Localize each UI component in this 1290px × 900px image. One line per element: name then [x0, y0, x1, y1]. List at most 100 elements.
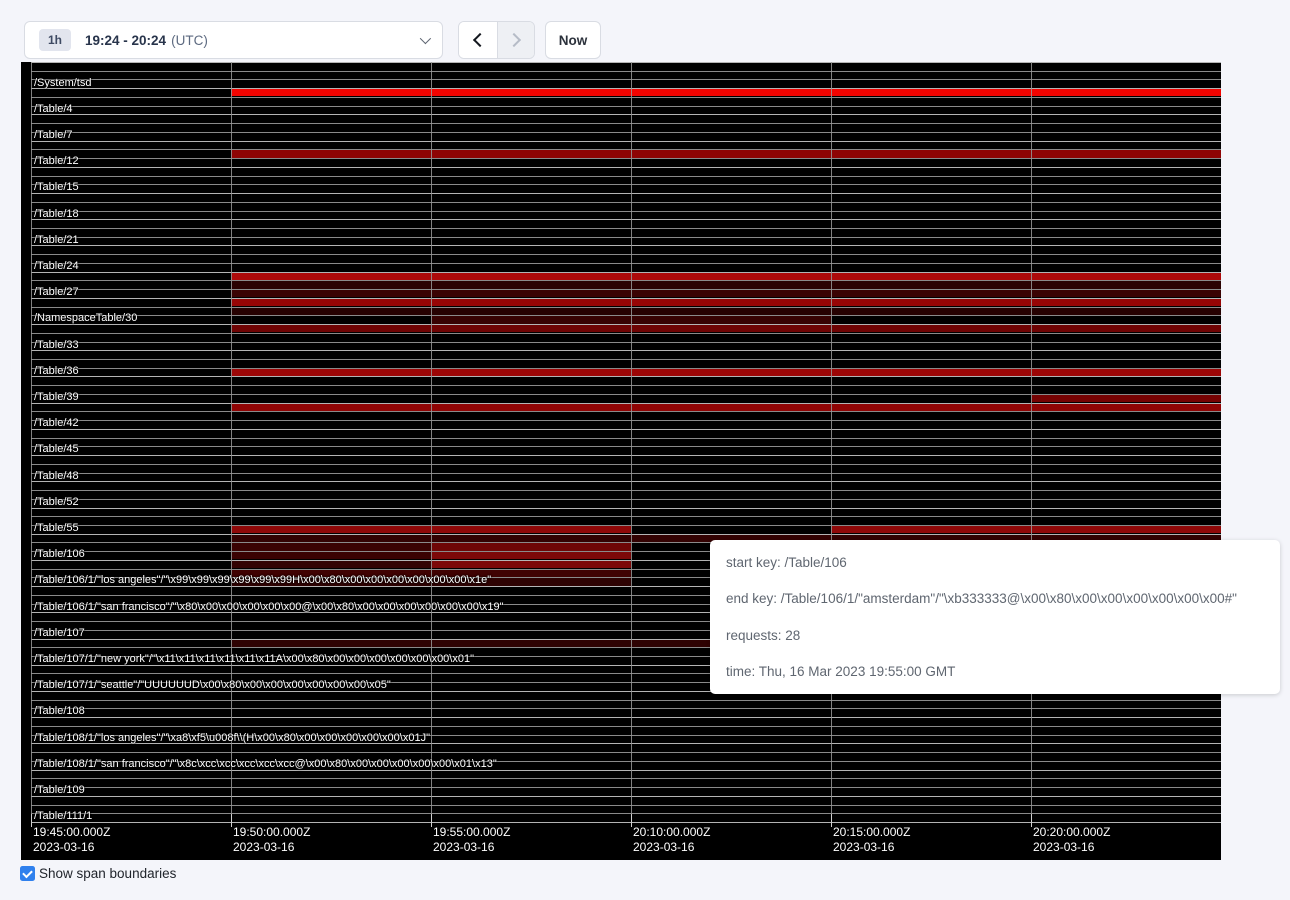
tooltip-start-key: start key: /Table/106 — [726, 554, 1264, 571]
range-timezone: (UTC) — [171, 33, 208, 48]
span-boundary-line — [31, 420, 1221, 421]
heatmap-bar[interactable] — [431, 561, 631, 568]
row-label: /Table/108/1/"los angeles"/"\xa8\xf5\u00… — [34, 732, 430, 744]
span-boundary-line — [31, 516, 1221, 517]
tick-date: 2023-03-16 — [833, 840, 910, 855]
row-label: /Table/45 — [34, 443, 79, 455]
time-tick-label: 19:45:00.000Z2023-03-16 — [33, 825, 110, 855]
time-tick — [1031, 814, 1032, 827]
span-boundary-line — [31, 481, 1221, 482]
chevron-left-icon — [473, 33, 487, 47]
row-label: /Table/106/1/"san francisco"/"\x80\x00\x… — [34, 601, 504, 613]
row-label: /Table/42 — [34, 417, 79, 429]
heatmap-bar[interactable] — [231, 369, 1221, 376]
span-boundary-line — [31, 796, 1221, 797]
span-boundary-line — [31, 71, 1221, 72]
range-duration-badge: 1h — [39, 29, 71, 51]
now-button[interactable]: Now — [545, 21, 601, 59]
span-boundary-line — [31, 106, 1221, 107]
span-boundary-line — [31, 490, 1221, 491]
heatmap-bar[interactable] — [231, 150, 1221, 157]
row-label: /Table/33 — [34, 339, 79, 351]
span-boundary-line — [31, 158, 1221, 159]
tick-time: 20:10:00.000Z — [633, 825, 710, 840]
row-label: /Table/108/1/"san francisco"/"\x8c\xcc\x… — [34, 758, 497, 770]
row-label: /Table/107/1/"seattle"/"UUUUUUD\x00\x80\… — [34, 679, 391, 691]
heatmap-bar[interactable] — [1031, 395, 1221, 402]
heatmap-bar[interactable] — [231, 89, 1221, 96]
span-boundary-line — [31, 376, 1221, 377]
span-boundary-line — [31, 202, 1221, 203]
row-label: /Table/106/1/"los angeles"/"\x99\x99\x99… — [34, 574, 491, 586]
time-tick — [831, 814, 832, 827]
time-gridline — [1031, 62, 1032, 822]
heatmap-bar[interactable] — [231, 404, 1221, 411]
span-boundary-line — [31, 350, 1221, 351]
next-range-button[interactable] — [497, 22, 535, 58]
time-range-dropdown[interactable]: 1h 19:24 - 20:24(UTC) — [24, 21, 443, 59]
row-label: /Table/107/1/"new york"/"\x11\x11\x11\x1… — [34, 653, 474, 665]
key-visualizer-page: 1h 19:24 - 20:24(UTC) Now /System/tsd/Ta… — [0, 0, 1290, 900]
span-boundary-line — [31, 132, 1221, 133]
heatmap-bar[interactable] — [231, 308, 1221, 315]
heatmap-bar[interactable] — [231, 281, 1221, 288]
span-boundary-line — [31, 455, 1221, 456]
row-label: /Table/27 — [34, 286, 79, 298]
time-tick — [631, 814, 632, 827]
tick-date: 2023-03-16 — [633, 840, 710, 855]
row-label: /Table/106 — [34, 548, 85, 560]
row-label: /Table/111/1 — [34, 810, 92, 822]
span-boundary-line — [31, 193, 1221, 194]
span-boundary-line — [31, 342, 1221, 343]
tick-date: 2023-03-16 — [233, 840, 310, 855]
time-nav-group — [458, 21, 535, 59]
heatmap-bar[interactable] — [231, 290, 1221, 297]
span-boundary-line — [31, 778, 1221, 779]
span-boundary-line — [31, 114, 1221, 115]
span-boundary-line — [31, 508, 1221, 509]
span-boundary-line — [31, 813, 1221, 814]
time-tick — [231, 814, 232, 827]
chevron-down-icon — [420, 33, 431, 44]
row-label: /Table/52 — [34, 496, 79, 508]
heatmap-bar[interactable] — [431, 552, 631, 559]
heatmap-bar[interactable] — [431, 543, 631, 550]
tick-time: 19:50:00.000Z — [233, 825, 310, 840]
span-tooltip: start key: /Table/106 end key: /Table/10… — [710, 540, 1280, 694]
span-boundary-line — [31, 254, 1221, 255]
chevron-right-icon — [507, 33, 521, 47]
heatmap-bar[interactable] — [231, 543, 431, 550]
heatmap-bar[interactable] — [231, 552, 431, 559]
tick-date: 2023-03-16 — [1033, 840, 1110, 855]
heatmap-bar[interactable] — [231, 325, 1221, 332]
row-label: /Table/36 — [34, 365, 79, 377]
span-boundary-line — [31, 228, 1221, 229]
show-span-boundaries-checkbox[interactable] — [20, 866, 35, 881]
span-boundary-line — [31, 822, 1221, 823]
tooltip-time: time: Thu, 16 Mar 2023 19:55:00 GMT — [726, 663, 1264, 680]
row-label: /Table/24 — [34, 260, 79, 272]
previous-range-button[interactable] — [459, 22, 497, 58]
row-label: /Table/107 — [34, 627, 85, 639]
time-gridline — [231, 62, 232, 822]
time-tick-label: 20:20:00.000Z2023-03-16 — [1033, 825, 1110, 855]
span-boundary-line — [31, 708, 1221, 709]
span-boundary-line — [31, 333, 1221, 334]
tick-date: 2023-03-16 — [433, 840, 510, 855]
span-boundary-line — [31, 411, 1221, 412]
span-boundary-line — [31, 726, 1221, 727]
tick-time: 19:45:00.000Z — [33, 825, 110, 840]
span-boundary-line — [31, 219, 1221, 220]
row-label: /Table/12 — [34, 155, 79, 167]
heatmap-bar[interactable] — [231, 561, 431, 568]
tick-date: 2023-03-16 — [33, 840, 110, 855]
row-label: /Table/39 — [34, 391, 79, 403]
row-label: /Table/108 — [34, 705, 85, 717]
heatmap-bar[interactable] — [831, 526, 1221, 533]
time-gridline — [831, 62, 832, 822]
span-boundary-line — [31, 446, 1221, 447]
heatmap-bar[interactable] — [231, 299, 1221, 306]
row-label: /Table/15 — [34, 181, 79, 193]
heatmap[interactable]: /System/tsd/Table/4/Table/7/Table/12/Tab… — [21, 62, 1221, 860]
heatmap-bar[interactable] — [231, 273, 1221, 280]
